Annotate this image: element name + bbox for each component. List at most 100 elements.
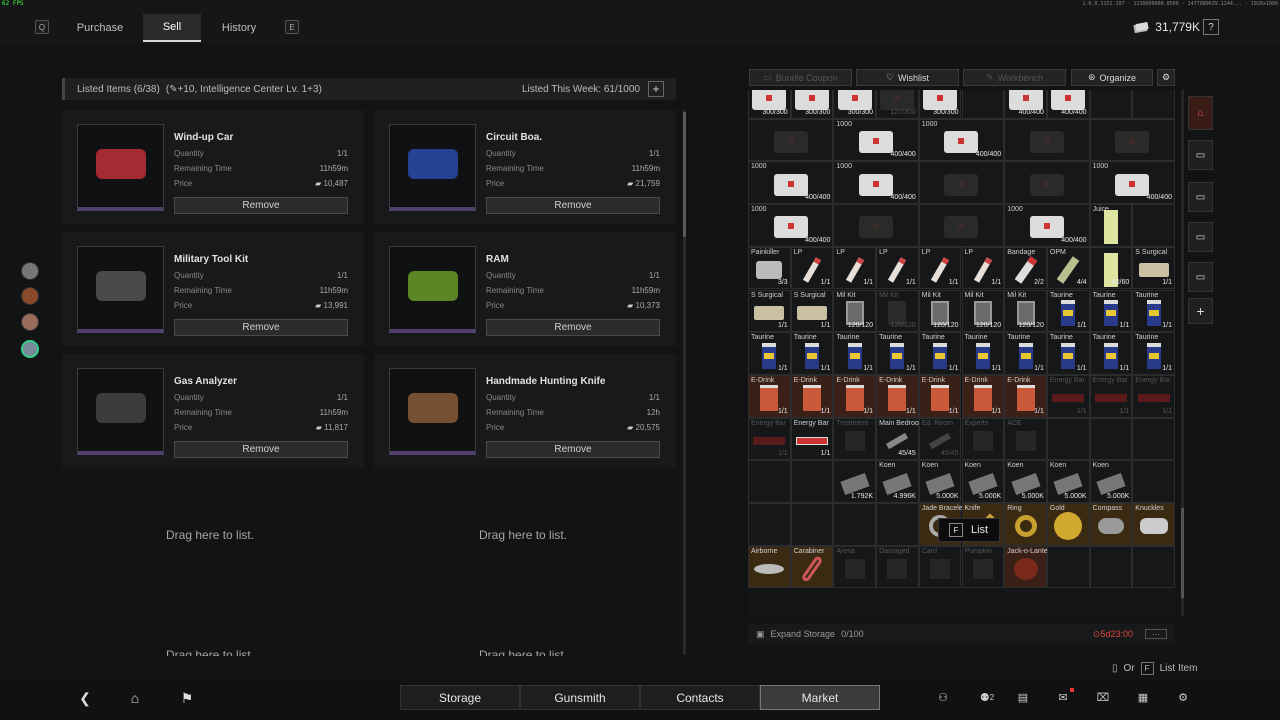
empty-slot[interactable] [790, 460, 834, 503]
inventory-item[interactable] [918, 204, 1005, 247]
help-button[interactable]: ? [1203, 19, 1219, 35]
inventory-item[interactable]: 127/300 [876, 90, 919, 119]
inventory-item[interactable]: 1000 400/400 [918, 118, 1005, 162]
flag-icon[interactable]: ⚑ [177, 686, 197, 710]
inventory-item[interactable]: 300/300 [748, 90, 791, 119]
tab-sell[interactable]: Sell [143, 14, 201, 42]
remove-button[interactable]: Remove [486, 319, 660, 336]
inventory-item[interactable]: Card [918, 545, 962, 589]
inventory-item[interactable]: Koen 5.000K [961, 460, 1005, 503]
inventory-item[interactable]: Taurine 1/1 [1089, 289, 1133, 333]
inventory-item[interactable]: E-Drink 1/1 [918, 374, 962, 418]
inventory-item[interactable]: S Surgical 1/1 [790, 289, 834, 333]
back-arrow-icon[interactable]: ❮ [75, 686, 95, 710]
container-icon[interactable]: ▭ [1188, 182, 1213, 212]
inventory-item[interactable]: Koen 5.000K [1089, 460, 1133, 503]
mail-icon[interactable]: ✉ [1053, 688, 1074, 706]
tab-gunsmith[interactable]: Gunsmith [520, 685, 640, 710]
inventory-item[interactable]: ACE [1004, 417, 1047, 461]
inventory-item[interactable]: 300/300 [918, 90, 962, 119]
inventory-item[interactable]: Knuckles [1132, 503, 1175, 546]
inventory-item[interactable]: Compass [1089, 503, 1133, 546]
inventory-item[interactable]: 1000 400/400 [1089, 161, 1175, 205]
organize-button[interactable]: ⊛ Organize [1071, 69, 1153, 86]
inventory-item[interactable]: E-Drink 1/1 [748, 374, 791, 418]
inventory-item[interactable]: Taurine 1/1 [748, 332, 791, 375]
inventory-item[interactable]: 400/400 [1046, 90, 1090, 119]
inventory-item[interactable]: Taurine 1/1 [1046, 332, 1090, 375]
inventory-item[interactable]: 1000 400/400 [833, 161, 919, 205]
inventory-item[interactable]: Arena [833, 545, 877, 589]
settings-gear-icon[interactable]: ⚙ [1173, 688, 1193, 706]
inventory-item[interactable] [918, 161, 1005, 205]
empty-slot[interactable] [833, 503, 877, 546]
inventory-item[interactable]: Koen 4.996K [876, 460, 919, 503]
key-hint-q[interactable]: Q [35, 20, 49, 34]
empty-slot[interactable] [1089, 90, 1133, 119]
inventory-item[interactable]: 300/300 [790, 90, 834, 119]
inventory-item[interactable]: LP 1/1 [961, 246, 1005, 290]
inventory-item[interactable]: Taurine 1/1 [1004, 332, 1047, 375]
avatar[interactable] [21, 313, 39, 331]
inventory-item[interactable]: 1000 400/400 [1004, 204, 1090, 247]
container-icon[interactable]: ▭ [1188, 140, 1213, 170]
inventory-item[interactable]: 300/300 [833, 90, 877, 119]
tab-contacts[interactable]: Contacts [640, 685, 760, 710]
inventory-item[interactable]: Energy Bar 1/1 [748, 417, 791, 461]
inventory-item[interactable]: 1000 400/400 [748, 161, 834, 205]
settings-gear-icon[interactable]: ⚙ [1157, 69, 1175, 86]
empty-slot[interactable] [876, 503, 919, 546]
inventory-item[interactable]: Ed. Room 45/45 [918, 417, 962, 461]
inventory-item[interactable]: Koen 5.000K [918, 460, 962, 503]
bundle-coupon-button[interactable]: ▭ Bundle Coupon [749, 69, 852, 86]
avatar[interactable] [21, 287, 39, 305]
inventory-item[interactable]: 1000 400/400 [833, 118, 919, 162]
empty-slot[interactable] [1089, 417, 1133, 461]
shop-icon[interactable]: ⌧ [1093, 688, 1113, 706]
drag-drop-zone[interactable]: Drag here to list. [166, 528, 254, 542]
inventory-item[interactable]: Taurine 1/1 [876, 332, 919, 375]
tab-storage[interactable]: Storage [400, 685, 520, 710]
avatar[interactable] [21, 262, 39, 280]
empty-slot[interactable] [1046, 545, 1090, 589]
inventory-item[interactable]: S Surgical 1/1 [748, 289, 791, 333]
inventory-item[interactable]: 1.792K [833, 460, 877, 503]
inventory-item[interactable]: Mil Kit 120/120 [876, 289, 919, 333]
tab-market[interactable]: Market [760, 685, 880, 710]
wishlist-button[interactable]: ♡ Wishlist [856, 69, 959, 86]
inventory-item[interactable]: Jack-o-Lantern [1004, 545, 1054, 589]
inventory-item[interactable]: OPM 4/4 [1046, 246, 1090, 290]
inventory-item[interactable]: LP 1/1 [918, 246, 962, 290]
inventory-item[interactable]: Painkiller 3/3 [748, 246, 791, 290]
inventory-item[interactable]: Taurine 1/1 [1046, 289, 1090, 333]
inventory-item[interactable]: Mil Kit 120/120 [833, 289, 877, 333]
empty-slot[interactable] [748, 460, 791, 503]
inventory-item[interactable] [833, 204, 919, 247]
inventory-item[interactable]: Taurine 1/1 [1132, 289, 1175, 333]
party-icon[interactable]: ⚇ [933, 688, 953, 706]
drag-drop-zone[interactable]: Drag here to list. [479, 528, 567, 542]
inventory-item[interactable]: Treatment [833, 417, 877, 461]
remove-button[interactable]: Remove [174, 441, 348, 458]
empty-slot[interactable] [1089, 545, 1133, 589]
inventory-item[interactable]: Juice [1089, 204, 1133, 247]
expand-storage-bar[interactable]: ▣ Expand Storage 0/100 ⊙5d23:00 ··· [748, 624, 1175, 644]
inventory-item[interactable]: Koen 5.000K [1004, 460, 1047, 503]
inventory-item[interactable]: Bandage 2/2 [1004, 246, 1047, 290]
inventory-item[interactable]: Taurine 1/1 [918, 332, 962, 375]
inventory-item[interactable]: E-Drink 1/1 [876, 374, 919, 418]
chat-icon[interactable]: ▤ [1013, 688, 1033, 706]
inventory-item[interactable]: Mil Kit 120/120 [1004, 289, 1047, 333]
inventory-item[interactable]: Taurine 1/1 [833, 332, 877, 375]
inventory-item[interactable]: Experts [961, 417, 1005, 461]
empty-slot[interactable] [1132, 204, 1175, 247]
tab-purchase[interactable]: Purchase [60, 14, 140, 42]
inventory-item[interactable]: LP 1/1 [790, 246, 834, 290]
inventory-item[interactable] [1004, 118, 1090, 162]
inventory-item[interactable]: Energy Bar 1/1 [1132, 374, 1175, 418]
inventory-item[interactable] [1004, 161, 1090, 205]
inventory-item[interactable]: E-Drink 1/1 [1004, 374, 1047, 418]
tab-history[interactable]: History [204, 14, 274, 42]
inventory-item[interactable]: 60/60 [1089, 246, 1133, 290]
inventory-item[interactable]: E-Drink 1/1 [833, 374, 877, 418]
